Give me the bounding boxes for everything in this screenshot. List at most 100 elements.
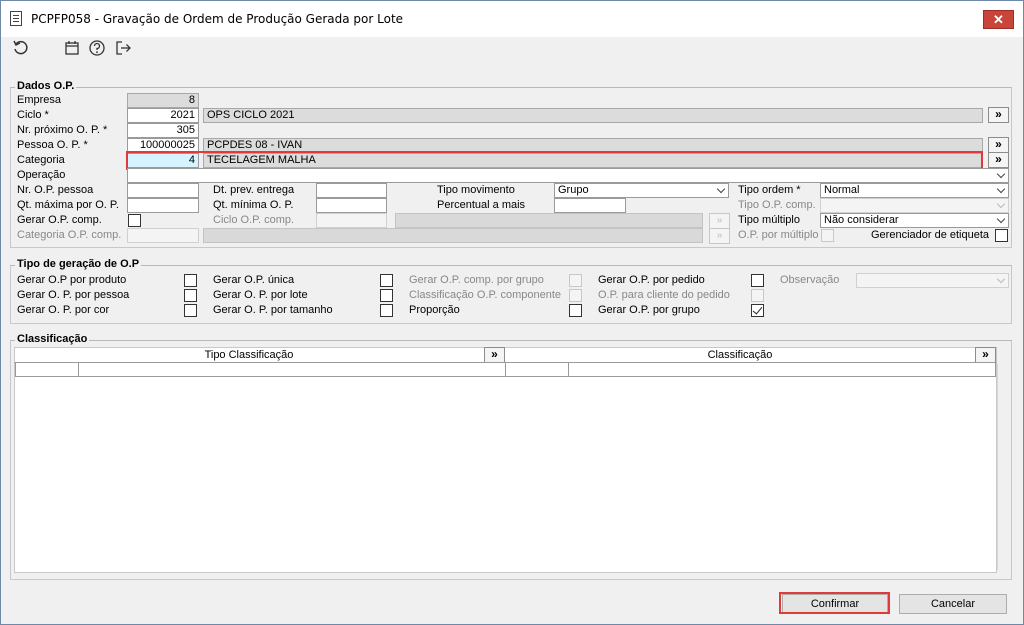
classificacao-componente-label: Classificação O.P. componente <box>409 289 562 301</box>
classificacao-title: Classificação <box>15 333 90 345</box>
gerar-por-tamanho-checkbox[interactable] <box>380 304 393 317</box>
classificacao-code-cell[interactable] <box>505 362 569 377</box>
cancelar-button[interactable]: Cancelar <box>899 594 1007 614</box>
operacao-label: Operação <box>17 169 66 181</box>
tipo-ordem-select[interactable]: Normal <box>820 183 1009 198</box>
ciclo-op-comp-lookup-button: » <box>709 213 730 229</box>
tipo-op-comp-select <box>820 198 1009 213</box>
chevron-down-icon <box>996 184 1006 194</box>
nr-op-pessoa-field[interactable] <box>127 183 199 198</box>
ciclo-description: OPS CICLO 2021 <box>203 108 983 123</box>
gerar-por-lote-checkbox[interactable] <box>380 289 393 302</box>
tipo-multiplo-label: Tipo múltiplo <box>738 214 800 226</box>
ciclo-label: Ciclo * <box>17 109 49 121</box>
ciclo-op-comp-field <box>316 213 387 228</box>
gerar-op-comp-label: Gerar O.P. comp. <box>17 214 102 226</box>
gerar-por-pessoa-label: Gerar O. P. por pessoa <box>17 289 130 301</box>
close-button[interactable]: ✕ <box>983 10 1014 29</box>
classificacao-header: Classificação <box>506 348 974 363</box>
gerar-por-produto-checkbox[interactable] <box>184 274 197 287</box>
ciclo-op-comp-description <box>395 213 703 228</box>
tipo-geracao-title: Tipo de geração de O.P <box>15 258 142 270</box>
op-por-multiplo-label: O.P. por múltiplo <box>738 229 819 241</box>
percentual-field[interactable] <box>554 198 626 213</box>
gerar-por-pedido-label: Gerar O.P. por pedido <box>598 274 705 286</box>
grid-scrollbar[interactable] <box>997 364 1009 570</box>
gerar-por-tamanho-label: Gerar O. P. por tamanho <box>213 304 333 316</box>
qt-minima-label: Qt. mínima O. P. <box>213 199 294 211</box>
nr-op-pessoa-label: Nr. O.P. pessoa <box>17 184 94 196</box>
categoria-label: Categoria <box>17 154 65 166</box>
tipo-movimento-value: Grupo <box>558 184 589 196</box>
pessoa-lookup-button[interactable]: » <box>988 137 1009 153</box>
observacao-select <box>856 273 1009 288</box>
classificacao-grid <box>14 347 997 573</box>
qt-maxima-field[interactable] <box>127 198 199 213</box>
tipo-op-comp-label: Tipo O.P. comp. <box>738 199 816 211</box>
document-icon <box>10 11 22 26</box>
tipo-movimento-label: Tipo movimento <box>437 184 515 196</box>
gerar-unica-checkbox[interactable] <box>380 274 393 287</box>
classificacao-desc-cell[interactable] <box>568 362 996 377</box>
chevron-down-icon <box>716 184 726 194</box>
tipo-ordem-value: Normal <box>824 184 860 196</box>
percentual-label: Percentual a mais <box>437 199 526 211</box>
tipo-classificacao-desc-cell[interactable] <box>78 362 506 377</box>
gerar-por-cor-checkbox[interactable] <box>184 304 197 317</box>
gerar-op-comp-checkbox[interactable] <box>128 214 141 227</box>
categoria-op-comp-field <box>127 228 199 243</box>
gerar-unica-label: Gerar O.P. única <box>213 274 295 286</box>
chevron-down-icon <box>996 274 1006 284</box>
gerenciador-etiqueta-label: Gerenciador de etiqueta <box>871 229 990 241</box>
classificacao-lookup-button[interactable]: » <box>975 347 996 363</box>
title-bar: PCPFP058 - Gravação de Ordem de Produção… <box>1 1 1023 37</box>
ciclo-field[interactable]: 2021 <box>127 108 199 123</box>
empresa-field[interactable]: 8 <box>127 93 199 108</box>
proporcao-checkbox[interactable] <box>569 304 582 317</box>
confirmar-highlight <box>779 592 890 614</box>
help-icon[interactable] <box>87 39 107 59</box>
tipo-multiplo-select[interactable]: Não considerar <box>820 213 1009 228</box>
gerar-por-pedido-checkbox[interactable] <box>751 274 764 287</box>
qt-maxima-label: Qt. máxima por O. P. <box>17 199 119 211</box>
categoria-op-comp-lookup-button: » <box>709 228 730 244</box>
gerar-por-grupo-checkbox[interactable] <box>751 304 764 317</box>
classificacao-componente-checkbox <box>569 289 582 302</box>
tipo-classificacao-lookup-button[interactable]: » <box>484 347 505 363</box>
ciclo-lookup-button[interactable]: » <box>988 107 1009 123</box>
qt-minima-field[interactable] <box>316 198 387 213</box>
tipo-movimento-select[interactable]: Grupo <box>554 183 729 198</box>
tipo-classificacao-header: Tipo Classificação <box>15 348 483 363</box>
categoria-op-comp-label: Categoria O.P. comp. <box>17 229 122 241</box>
chevron-down-icon <box>996 169 1006 179</box>
exit-icon[interactable] <box>113 39 133 59</box>
nr-proximo-label: Nr. próximo O. P. * <box>17 124 108 136</box>
operacao-select[interactable] <box>127 168 1009 183</box>
calendar-icon[interactable] <box>62 39 82 59</box>
chevron-down-icon <box>996 199 1006 209</box>
gerar-por-grupo-label: Gerar O.P. por grupo <box>598 304 700 316</box>
observacao-label: Observação <box>780 274 840 286</box>
main-window: PCPFP058 - Gravação de Ordem de Produção… <box>0 0 1024 625</box>
cliente-do-pedido-checkbox <box>751 289 764 302</box>
op-por-multiplo-checkbox <box>821 229 834 242</box>
tipo-ordem-label: Tipo ordem * <box>738 184 801 196</box>
empresa-label: Empresa <box>17 94 62 106</box>
proporcao-label: Proporção <box>409 304 460 316</box>
nr-proximo-field[interactable]: 305 <box>127 123 199 138</box>
tipo-classificacao-code-cell[interactable] <box>15 362 79 377</box>
dt-prev-entrega-field[interactable] <box>316 183 387 198</box>
categoria-lookup-button[interactable]: » <box>988 152 1009 168</box>
gerar-por-cor-label: Gerar O. P. por cor <box>17 304 110 316</box>
gerenciador-etiqueta-checkbox[interactable] <box>995 229 1008 242</box>
gerar-por-pessoa-checkbox[interactable] <box>184 289 197 302</box>
dados-op-title: Dados O.P. <box>15 80 77 92</box>
chevron-down-icon <box>996 214 1006 224</box>
ciclo-op-comp-label: Ciclo O.P. comp. <box>213 214 295 226</box>
gerar-comp-por-grupo-checkbox <box>569 274 582 287</box>
dt-prev-entrega-label: Dt. prev. entrega <box>213 184 295 196</box>
gerar-comp-por-grupo-label: Gerar O.P. comp. por grupo <box>409 274 544 286</box>
refresh-icon[interactable] <box>11 39 31 59</box>
categoria-op-comp-description <box>203 228 703 243</box>
window-title: PCPFP058 - Gravação de Ordem de Produção… <box>31 12 404 26</box>
